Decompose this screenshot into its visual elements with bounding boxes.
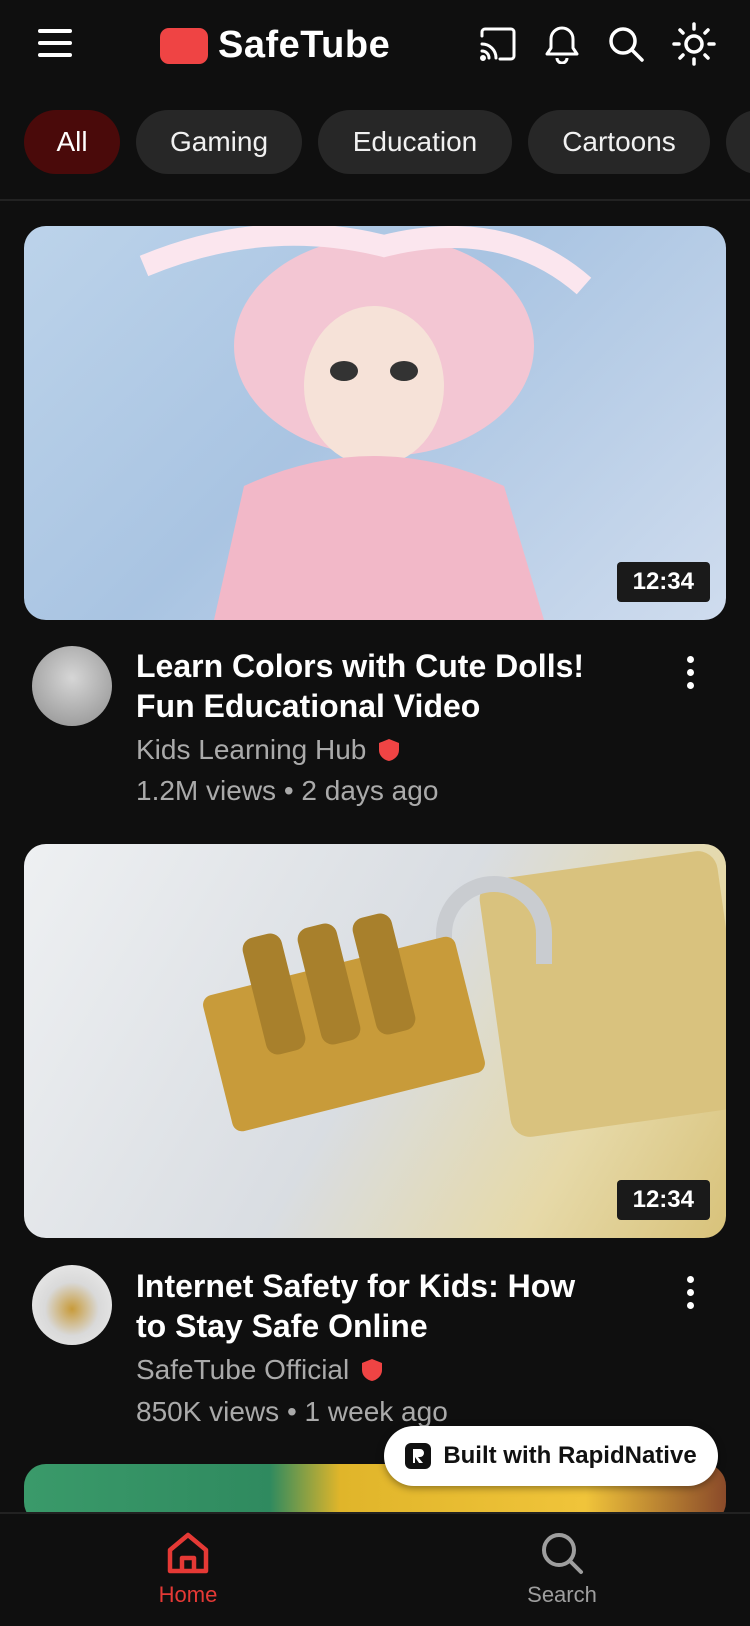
more-options-icon[interactable] [674, 652, 706, 692]
built-with-badge[interactable]: Built with RapidNative [384, 1426, 718, 1486]
home-icon [167, 1532, 209, 1574]
nav-search[interactable]: Search [482, 1530, 642, 1608]
chip-education[interactable]: Education [318, 110, 512, 174]
chip-cartoons[interactable]: Cartoons [528, 110, 710, 174]
doll-image [139, 226, 592, 620]
cast-icon[interactable] [476, 22, 520, 66]
app-header: SafeTube [0, 0, 750, 90]
padlock-image [203, 851, 726, 1137]
rapidnative-logo-icon [405, 1443, 432, 1469]
avatar[interactable] [32, 646, 112, 726]
channel-name[interactable]: SafeTube Official [136, 1354, 383, 1386]
channel-name[interactable]: Kids Learning Hub [136, 734, 400, 766]
bell-icon[interactable] [540, 22, 584, 66]
nav-search-label: Search [527, 1582, 597, 1607]
chip-next[interactable] [726, 110, 750, 174]
search-icon [542, 1533, 583, 1574]
badge-label: Built with RapidNative [443, 1442, 697, 1469]
video-meta: 850K views • 1 week ago [136, 1396, 448, 1427]
app-logo[interactable]: SafeTube [160, 24, 390, 67]
duration-badge: 12:34 [616, 562, 710, 602]
duration-badge: 12:34 [616, 1180, 710, 1220]
shield-icon [362, 1359, 383, 1381]
logo-mark-icon [160, 27, 208, 64]
chip-gaming[interactable]: Gaming [136, 110, 302, 174]
video-meta: 1.2M views • 2 days ago [136, 775, 439, 806]
video-title[interactable]: Learn Colors with Cute Dolls! Fun Educat… [136, 646, 616, 726]
avatar[interactable] [32, 1265, 112, 1345]
more-options-icon[interactable] [674, 1272, 706, 1312]
nav-home-label: Home [158, 1582, 218, 1607]
divider [0, 199, 750, 201]
app-name: SafeTube [218, 24, 391, 66]
nav-home[interactable]: Home [108, 1530, 268, 1608]
video-thumbnail[interactable]: 12:34 [24, 844, 726, 1238]
sun-icon[interactable] [672, 22, 716, 66]
menu-icon[interactable] [34, 26, 74, 62]
shield-icon [379, 739, 400, 761]
video-thumbnail[interactable]: 12:34 [24, 226, 726, 620]
category-chips: All Gaming Education Cartoons [0, 110, 750, 176]
bottom-navigation: Home Search [0, 1512, 750, 1626]
video-title[interactable]: Internet Safety for Kids: How to Stay Sa… [136, 1266, 616, 1346]
search-icon[interactable] [604, 22, 648, 66]
chip-all[interactable]: All [24, 110, 120, 174]
